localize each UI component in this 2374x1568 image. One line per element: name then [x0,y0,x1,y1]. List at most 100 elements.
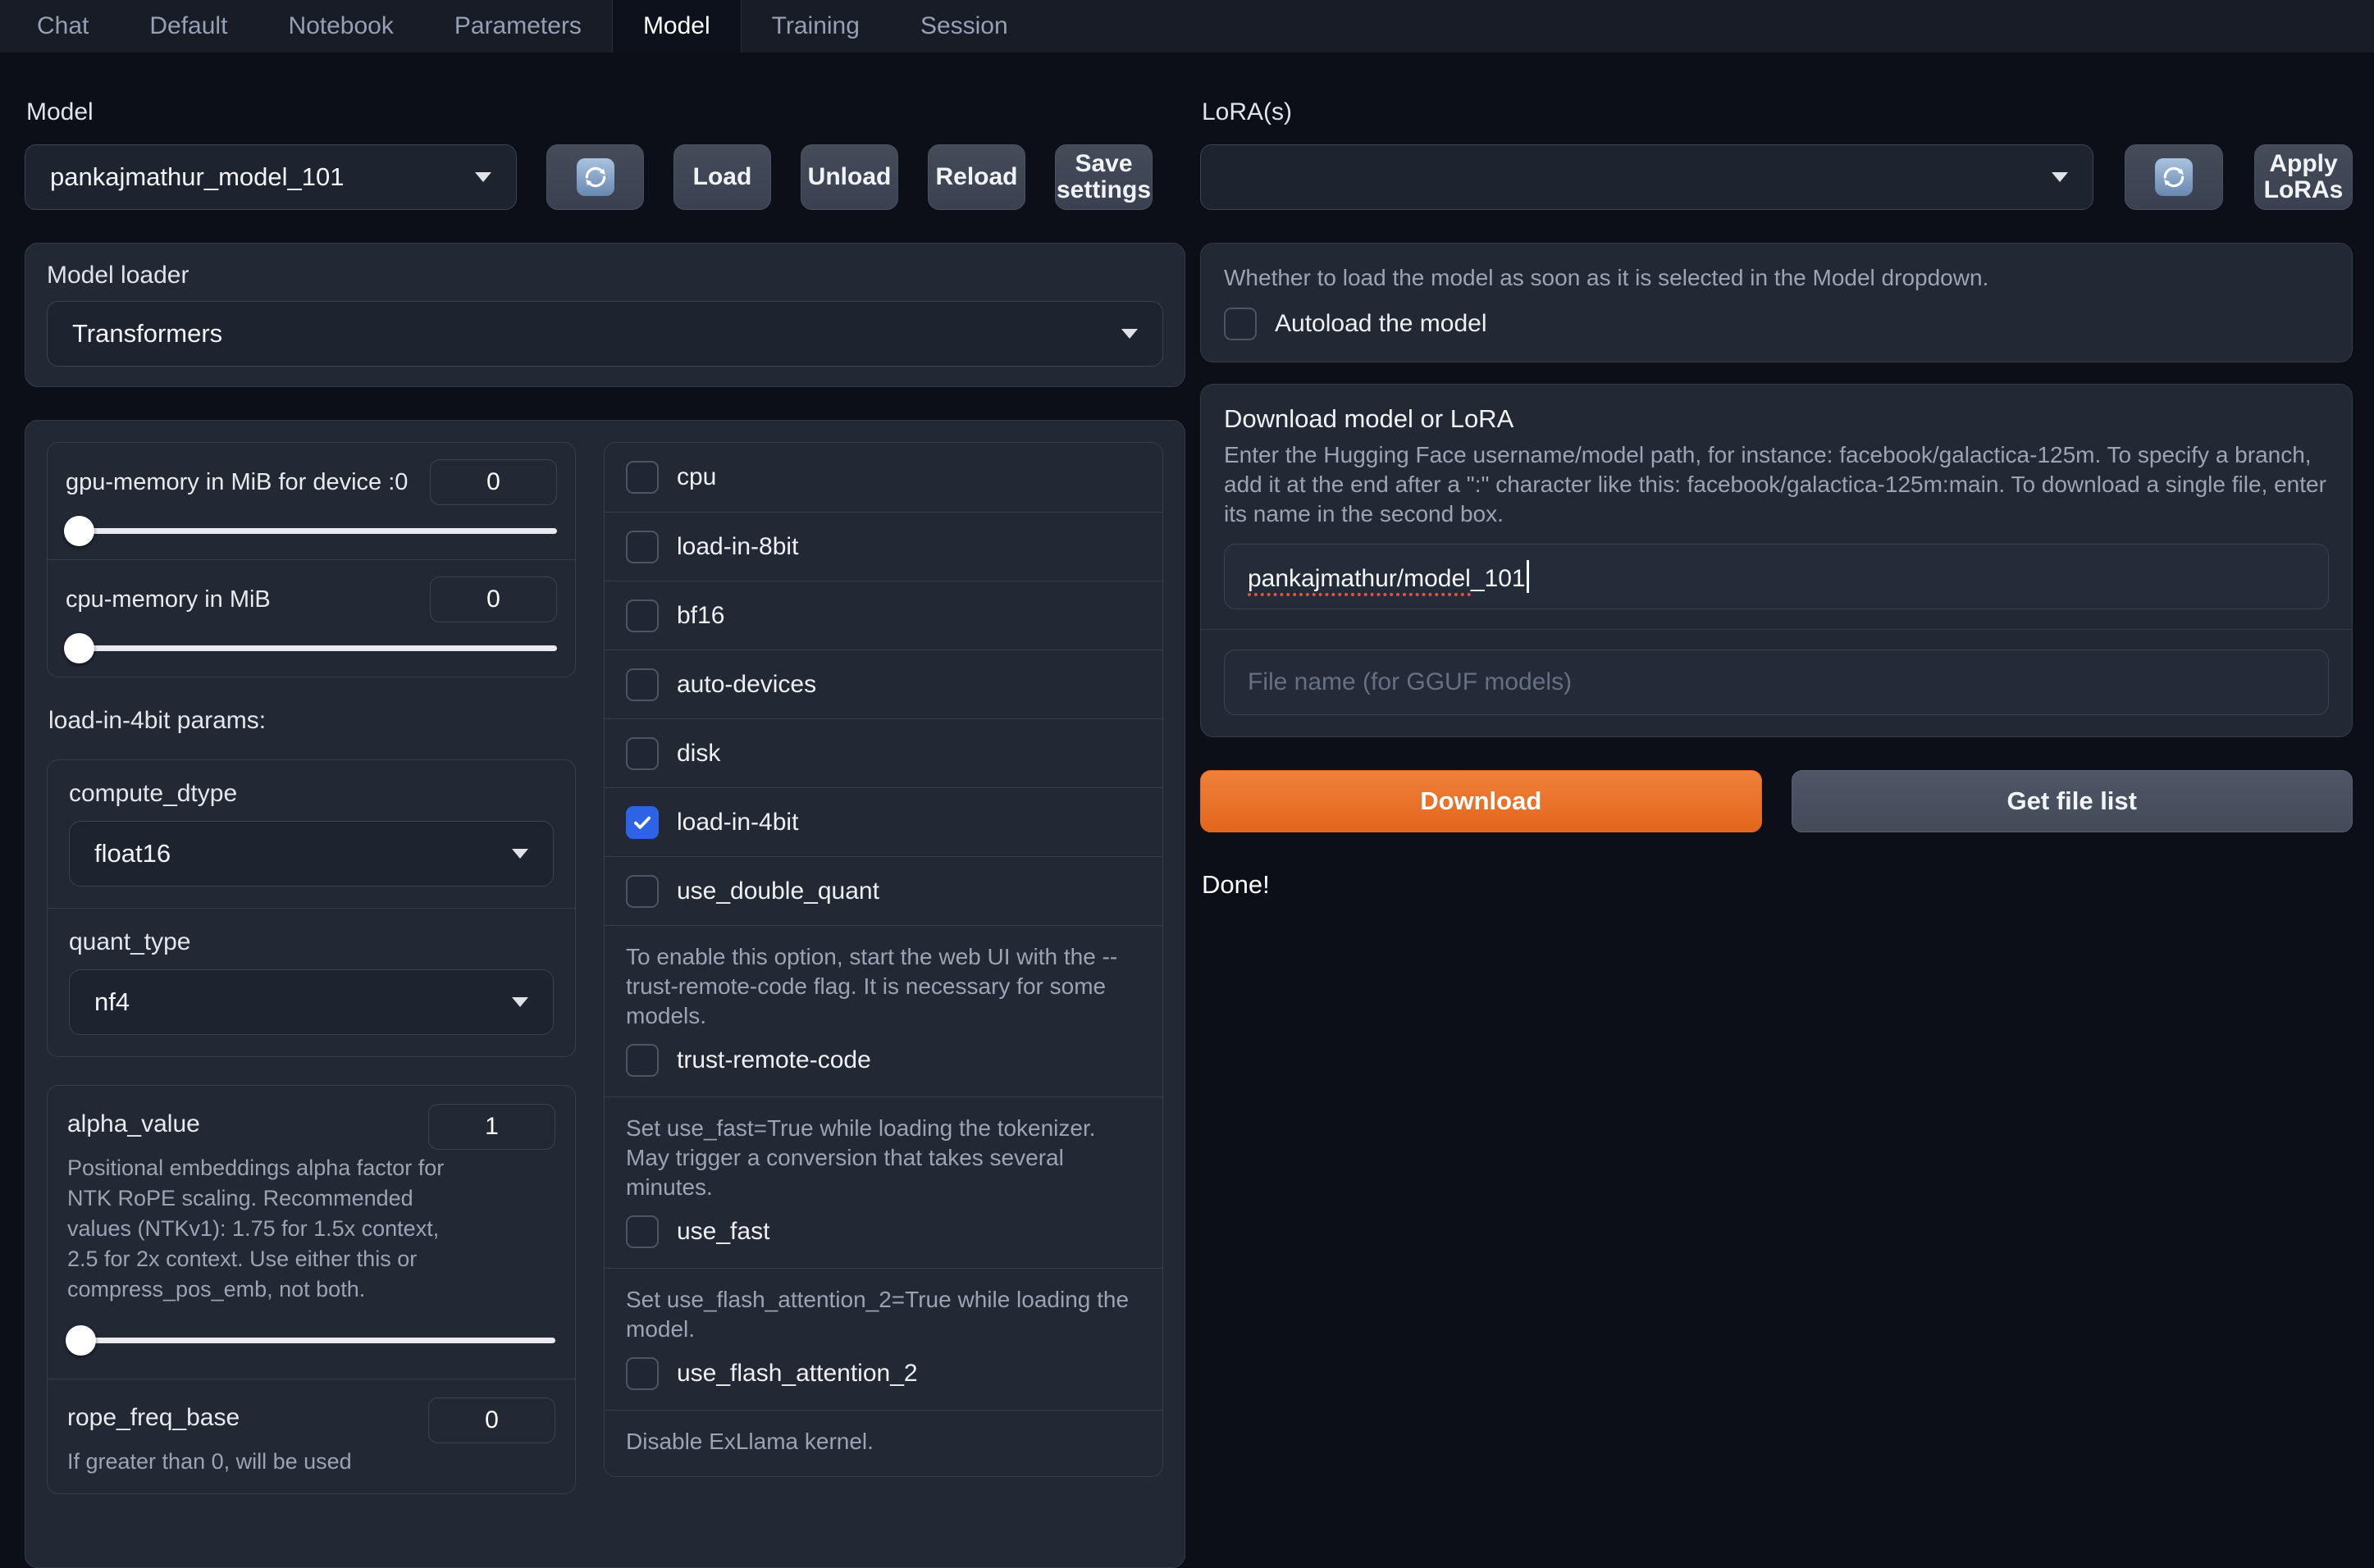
use-flash-attention-2-info: Set use_flash_attention_2=True while loa… [626,1287,1130,1342]
slider-thumb[interactable] [64,633,94,663]
tab-chat[interactable]: Chat [7,0,119,52]
checkbox-row-use-fast[interactable]: use_fast [626,1215,1141,1248]
reload-button[interactable]: Reload [928,144,1025,210]
model-loader-label: Model loader [47,262,189,289]
checkbox-row-cpu[interactable]: cpu [605,443,1162,512]
download-model-input-misspelled-text: pankajmathur/model [1248,565,1471,596]
quant-type-dropdown[interactable]: nf4 [69,969,554,1035]
checkbox-row-use-double-quant[interactable]: use_double_quant [605,856,1162,925]
download-model-input[interactable]: pankajmathur/model_101 [1224,544,2329,609]
checkbox-row-auto-devices[interactable]: auto-devices [605,650,1162,718]
use-flash-attention-2-checkbox-label: use_flash_attention_2 [677,1360,918,1387]
use-fast-checkbox[interactable] [626,1215,659,1248]
disk-checkbox[interactable] [626,736,659,770]
slider-thumb[interactable] [66,1325,96,1356]
model-dropdown[interactable]: pankajmathur_model_101 [25,144,517,210]
chevron-down-icon [512,849,528,859]
checkbox-row-load-in-4bit[interactable]: load-in-4bit [605,787,1162,856]
chevron-down-icon [512,997,528,1007]
checkbox-row-load-in-8bit[interactable]: load-in-8bit [605,512,1162,581]
use-flash-attention-2-section: Set use_flash_attention_2=True while loa… [605,1268,1162,1410]
gguf-file-name-input[interactable] [1224,650,2329,715]
checkbox-row-disk[interactable]: disk [605,718,1162,787]
cpu-checkbox-label: cpu [677,463,717,490]
refresh-loras-button[interactable] [2125,144,2223,210]
tab-default[interactable]: Default [119,0,258,52]
rope-freq-base-info: If greater than 0, will be used [67,1449,352,1474]
gpu-memory-row: gpu-memory in MiB for device :0 [48,443,575,559]
apply-loras-button[interactable]: Apply LoRAs [2254,144,2353,210]
tab-notebook[interactable]: Notebook [258,0,423,52]
cpu-memory-row: cpu-memory in MiB [48,559,575,677]
tab-parameters[interactable]: Parameters [424,0,612,52]
download-model-input-rest-text: _101 [1470,565,1526,592]
model-dropdown-value: pankajmathur_model_101 [50,162,345,191]
rope-freq-base-input[interactable] [428,1397,555,1443]
check-icon [634,816,651,829]
model-loader-dropdown[interactable]: Transformers [47,301,1163,367]
load-in-8bit-checkbox[interactable] [626,530,659,563]
use-flash-attention-2-checkbox[interactable] [626,1357,659,1390]
download-button[interactable]: Download [1200,770,1762,832]
top-tab-bar: Chat Default Notebook Parameters Model T… [0,0,2374,52]
checkbox-row-use-flash-attention-2[interactable]: use_flash_attention_2 [626,1357,1141,1390]
memory-group: gpu-memory in MiB for device :0 cpu-memo… [47,442,576,677]
exllama-note-section: Disable ExLlama kernel. [605,1410,1162,1476]
checkbox-row-autoload[interactable]: Autoload the model [1224,308,2329,340]
alpha-value-slider[interactable] [66,1324,555,1356]
slider-track[interactable] [66,645,557,651]
lora-label: LoRA(s) [1202,98,1293,125]
cpu-memory-label: cpu-memory in MiB [66,586,271,613]
load-button[interactable]: Load [673,144,771,210]
rope-freq-base-row: rope_freq_base If greater than 0, will b… [48,1379,575,1493]
autoload-checkbox[interactable] [1224,308,1257,340]
bf16-checkbox[interactable] [626,599,659,632]
autoload-info: Whether to load the model as soon as it … [1224,265,1989,290]
slider-thumb[interactable] [64,516,94,546]
lora-dropdown[interactable] [1200,144,2093,210]
model-label: Model [26,98,94,125]
save-settings-button[interactable]: Save settings [1055,144,1153,210]
trust-remote-code-checkbox[interactable] [626,1044,659,1077]
tab-training[interactable]: Training [742,0,890,52]
cpu-checkbox[interactable] [626,461,659,494]
checkbox-row-bf16[interactable]: bf16 [605,581,1162,650]
slider-track[interactable] [66,528,557,534]
load-in-4bit-params-label: load-in-4bit params: [48,707,267,734]
dtype-group: compute_dtype float16 quant_type nf4 [47,759,576,1057]
compute-dtype-dropdown[interactable]: float16 [69,821,554,887]
trust-remote-code-checkbox-label: trust-remote-code [677,1046,871,1073]
chevron-down-icon [2052,172,2068,182]
use-fast-info: Set use_fast=True while loading the toke… [626,1115,1096,1200]
slider-track[interactable] [67,1338,555,1343]
chevron-down-icon [1121,329,1138,339]
load-in-4bit-checkbox[interactable] [626,805,659,839]
trust-remote-code-info: To enable this option, start the web UI … [626,944,1118,1028]
alpha-value-input[interactable] [428,1104,555,1150]
alpha-value-row: alpha_value Positional embeddings alpha … [48,1086,575,1379]
compute-dtype-label: compute_dtype [69,780,238,807]
auto-devices-checkbox[interactable] [626,668,659,701]
get-file-list-button[interactable]: Get file list [1791,770,2353,832]
exllama-note: Disable ExLlama kernel. [626,1429,874,1454]
refresh-icon [2155,158,2193,196]
text-cursor [1526,560,1529,593]
tab-model[interactable]: Model [611,0,742,52]
gpu-memory-slider[interactable] [64,515,557,546]
use-fast-section: Set use_fast=True while loading the toke… [605,1096,1162,1268]
trust-remote-code-section: To enable this option, start the web UI … [605,925,1162,1096]
download-status-text: Done! [1202,870,1270,899]
cpu-memory-slider[interactable] [64,632,557,663]
divider [1201,629,2352,630]
checkbox-row-trust-remote-code[interactable]: trust-remote-code [626,1044,1141,1077]
gpu-memory-input[interactable] [430,459,557,505]
autoload-panel: Whether to load the model as soon as it … [1200,243,2353,362]
refresh-models-button[interactable] [546,144,644,210]
cpu-memory-input[interactable] [430,577,557,622]
unload-button[interactable]: Unload [801,144,898,210]
disk-checkbox-label: disk [677,739,721,767]
model-loader-value: Transformers [72,319,223,348]
tab-session[interactable]: Session [890,0,1039,52]
load-in-8bit-checkbox-label: load-in-8bit [677,532,799,560]
use-double-quant-checkbox[interactable] [626,874,659,908]
